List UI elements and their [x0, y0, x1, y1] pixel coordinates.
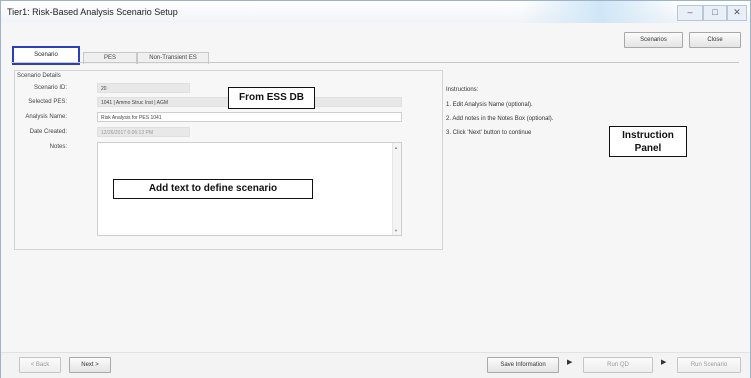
scroll-up-icon[interactable]: ▲: [394, 145, 398, 150]
minimize-button[interactable]: –: [677, 5, 703, 21]
selected-pes-label: Selected PES:: [28, 99, 67, 105]
date-created-label: Date Created:: [29, 129, 67, 135]
title-bar: Tier1: Risk-Based Analysis Scenario Setu…: [1, 1, 750, 23]
run-qd-button[interactable]: Run QD: [583, 357, 653, 373]
maximize-button[interactable]: □: [703, 5, 727, 21]
analysis-name-input[interactable]: Risk Analysis for PES 1041: [97, 112, 402, 122]
instruction-step-3: 3. Click 'Next' button to continue: [446, 130, 532, 136]
back-button[interactable]: < Back: [19, 357, 61, 373]
step-arrow-icon: ▶: [661, 359, 667, 366]
scenario-id-label: Scenario ID:: [33, 85, 67, 91]
notes-label: Notes:: [49, 144, 67, 150]
callout-from-ess-db: From ESS DB: [228, 87, 315, 109]
scenarios-button[interactable]: Scenarios: [624, 32, 683, 48]
scroll-down-icon[interactable]: ▼: [394, 228, 398, 233]
date-created-field: 12/26/2017 6:06:13 PM: [97, 127, 190, 137]
window-title: Tier1: Risk-Based Analysis Scenario Setu…: [7, 7, 178, 17]
callout-instruction-panel: Instruction Panel: [609, 126, 687, 157]
callout-panel-line2: Panel: [634, 143, 662, 154]
tab-underline: [11, 62, 739, 63]
save-information-button[interactable]: Save Information: [487, 357, 559, 373]
app-window: Tier1: Risk-Based Analysis Scenario Setu…: [0, 0, 751, 378]
instruction-step-2: 2. Add notes in the Notes Box (optional)…: [446, 116, 554, 122]
close-window-button[interactable]: ✕: [727, 5, 747, 21]
scenario-id-field: 20: [97, 83, 190, 93]
title-glow: [521, 1, 681, 23]
analysis-name-label: Analysis Name:: [25, 114, 67, 120]
next-button[interactable]: Next >: [69, 357, 111, 373]
close-button[interactable]: Close: [689, 32, 741, 48]
scenario-details-title: Scenario Details: [17, 73, 61, 79]
instruction-step-1: 1. Edit Analysis Name (optional).: [446, 102, 533, 108]
step-arrow-icon: ▶: [567, 359, 573, 366]
instructions-heading: Instructions:: [446, 87, 479, 93]
callout-add-text: Add text to define scenario: [113, 179, 313, 199]
callout-panel-line1: Instruction: [622, 130, 674, 141]
notes-scrollbar[interactable]: ▲ ▼: [392, 143, 401, 235]
run-scenario-button[interactable]: Run Scenario: [677, 357, 741, 373]
